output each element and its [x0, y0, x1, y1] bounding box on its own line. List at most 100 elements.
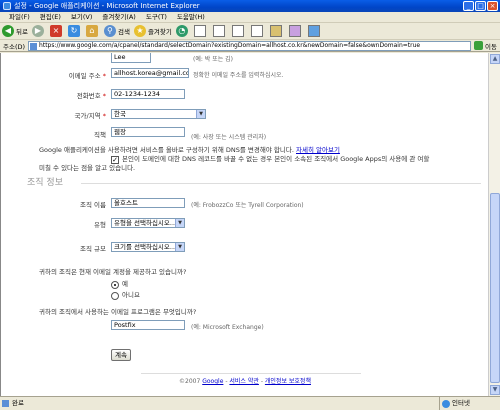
menu-favorites[interactable]: 즐겨찾기(A)	[97, 12, 140, 22]
privacy-link[interactable]: 개인정보 보호정책	[265, 378, 311, 385]
mail-icon	[193, 25, 206, 37]
back-arrow-icon: ◀	[2, 25, 14, 37]
last-name-hint: (예: 박 또는 김)	[193, 56, 234, 63]
org-size-select[interactable]: 크기를 선택하십시오... ▼	[111, 242, 185, 252]
forward-arrow-icon: ▶	[31, 25, 44, 37]
edit-button[interactable]	[231, 25, 247, 37]
scroll-up-arrow-icon[interactable]: ▲	[490, 54, 500, 64]
address-bar: 주소(D) https://www.google.com/a/cpanel/st…	[0, 40, 500, 52]
last-name-input[interactable]: Lee	[111, 53, 151, 63]
folder-icon	[269, 25, 282, 37]
scroll-down-arrow-icon[interactable]: ▼	[490, 385, 500, 395]
dns-agree-text-2: 미칠 수 있다는 점을 알고 있습니다.	[39, 164, 136, 172]
forward-button[interactable]: ▶	[31, 25, 46, 37]
minimize-button[interactable]: _	[463, 1, 474, 11]
org-size-label: 조직 규모	[80, 245, 106, 253]
menu-edit[interactable]: 편집(E)	[35, 12, 66, 22]
org-section-title: 조직 정보	[27, 178, 63, 188]
country-select[interactable]: 한국 ▼	[111, 109, 206, 119]
chevron-down-icon: ▼	[175, 219, 184, 227]
ie-icon	[3, 2, 11, 10]
phone-input[interactable]: 02-1234-1234	[111, 89, 185, 99]
address-input[interactable]: https://www.google.com/a/cpanel/standard…	[28, 40, 472, 51]
search-icon: ⚲	[103, 25, 116, 37]
org-type-label: 유형	[94, 221, 106, 229]
window-titlebar: 설정 - Google 애플리케이션 - Microsoft Internet …	[0, 0, 500, 12]
refresh-icon: ↻	[67, 25, 80, 37]
vertical-scrollbar[interactable]: ▲ ▼	[488, 53, 500, 396]
refresh-button[interactable]: ↻	[67, 25, 82, 37]
close-button[interactable]: ×	[487, 1, 498, 11]
email-provided-no-label: 아니요	[122, 291, 140, 299]
history-button[interactable]: ◔	[175, 25, 190, 37]
globe-icon	[442, 400, 451, 408]
terms-link[interactable]: 서비스 약관	[229, 378, 259, 385]
email-program-question: 귀하의 조직에서 사용하는 이메일 프로그램은 무엇입니까?	[39, 308, 197, 316]
related-button[interactable]	[307, 25, 323, 37]
footer-divider	[141, 373, 361, 374]
org-name-label: 조직 이름	[80, 201, 106, 209]
discuss-button[interactable]	[250, 25, 266, 37]
word-icon	[231, 25, 244, 37]
menu-tools[interactable]: 도구(T)	[141, 12, 172, 22]
history-icon: ◔	[175, 25, 188, 37]
status-bar: 완료 인터넷	[0, 396, 500, 410]
address-label: 주소(D)	[3, 42, 26, 51]
job-title-label: 직책	[94, 131, 106, 139]
email-provided-no-radio[interactable]	[111, 292, 119, 300]
scroll-thumb[interactable]	[490, 193, 500, 383]
links-icon	[307, 25, 320, 37]
google-link[interactable]: Google	[202, 378, 223, 385]
menu-help[interactable]: 도움말(H)	[172, 12, 210, 22]
go-arrow-icon	[474, 41, 484, 50]
email-program-hint: (예: Microsoft Exchange)	[191, 324, 264, 331]
research-icon	[288, 25, 301, 37]
home-button[interactable]: ⌂	[85, 25, 100, 37]
back-button[interactable]: ◀ 뒤로	[2, 25, 28, 37]
email-provided-question: 귀하의 조직은 현재 이메일 계정을 제공하고 있습니까?	[39, 268, 187, 276]
search-button[interactable]: ⚲ 검색	[103, 25, 130, 37]
email-label: 이메일 주소 *	[68, 72, 106, 80]
window-title: 설정 - Google 애플리케이션 - Microsoft Internet …	[14, 2, 200, 10]
discuss-icon	[250, 25, 263, 37]
page-content: Lee (예: 박 또는 김) 이메일 주소 * allhost.korea@g…	[0, 53, 488, 396]
menu-view[interactable]: 보기(V)	[66, 12, 97, 22]
org-name-input[interactable]: 올호스트	[111, 198, 185, 208]
menu-file[interactable]: 파일(F)	[4, 12, 35, 22]
chevron-down-icon: ▼	[175, 243, 184, 251]
section-divider	[81, 183, 481, 184]
toolbar: ◀ 뒤로 ▶ × ↻ ⌂ ⚲ 검색 ★ 즐겨찾기 ◔	[0, 23, 500, 40]
mail-button[interactable]	[193, 25, 209, 37]
favorites-button[interactable]: ★ 즐겨찾기	[133, 25, 172, 37]
done-page-icon	[2, 400, 9, 407]
country-label: 국가/지역 *	[74, 112, 106, 120]
job-title-input[interactable]: 웹장	[111, 127, 185, 137]
email-provided-yes-radio[interactable]	[111, 281, 119, 289]
star-icon: ★	[133, 25, 146, 37]
menu-bar: 파일(F) 편집(E) 보기(V) 즐겨찾기(A) 도구(T) 도움말(H)	[0, 12, 500, 23]
org-name-hint: (예: FrobozzCo 또는 Tyrell Corporation)	[191, 202, 304, 209]
messenger-button[interactable]	[269, 25, 285, 37]
maximize-button[interactable]: □	[475, 1, 486, 11]
org-type-select[interactable]: 유형을 선택하십시오... ▼	[111, 218, 185, 228]
research-button[interactable]	[288, 25, 304, 37]
continue-button[interactable]: 계속	[111, 349, 131, 361]
security-zone: 인터넷	[439, 397, 470, 410]
phone-label: 전화번호 *	[76, 92, 106, 100]
stop-icon: ×	[49, 25, 62, 37]
print-icon	[212, 25, 225, 37]
page-icon	[30, 42, 38, 50]
job-title-hint: (예: 사장 또는 시스템 관리자)	[191, 134, 267, 141]
go-button[interactable]: 이동	[471, 41, 500, 51]
print-button[interactable]	[212, 25, 228, 37]
email-program-input[interactable]: Postfix	[111, 320, 185, 330]
home-icon: ⌂	[85, 25, 98, 37]
email-provided-yes-label: 예	[122, 280, 128, 288]
chevron-down-icon: ▼	[196, 110, 205, 118]
footer: ©2007 Google - 서비스 약관 - 개인정보 보호정책	[179, 378, 311, 385]
learn-more-link[interactable]: 자세히 알아보기	[296, 146, 340, 154]
email-input[interactable]: allhost.korea@gmail.com	[111, 68, 189, 78]
stop-button[interactable]: ×	[49, 25, 64, 37]
status-text: 완료	[12, 399, 24, 407]
email-hint: 정확한 이메일 주소를 입력하십시오.	[193, 72, 284, 79]
